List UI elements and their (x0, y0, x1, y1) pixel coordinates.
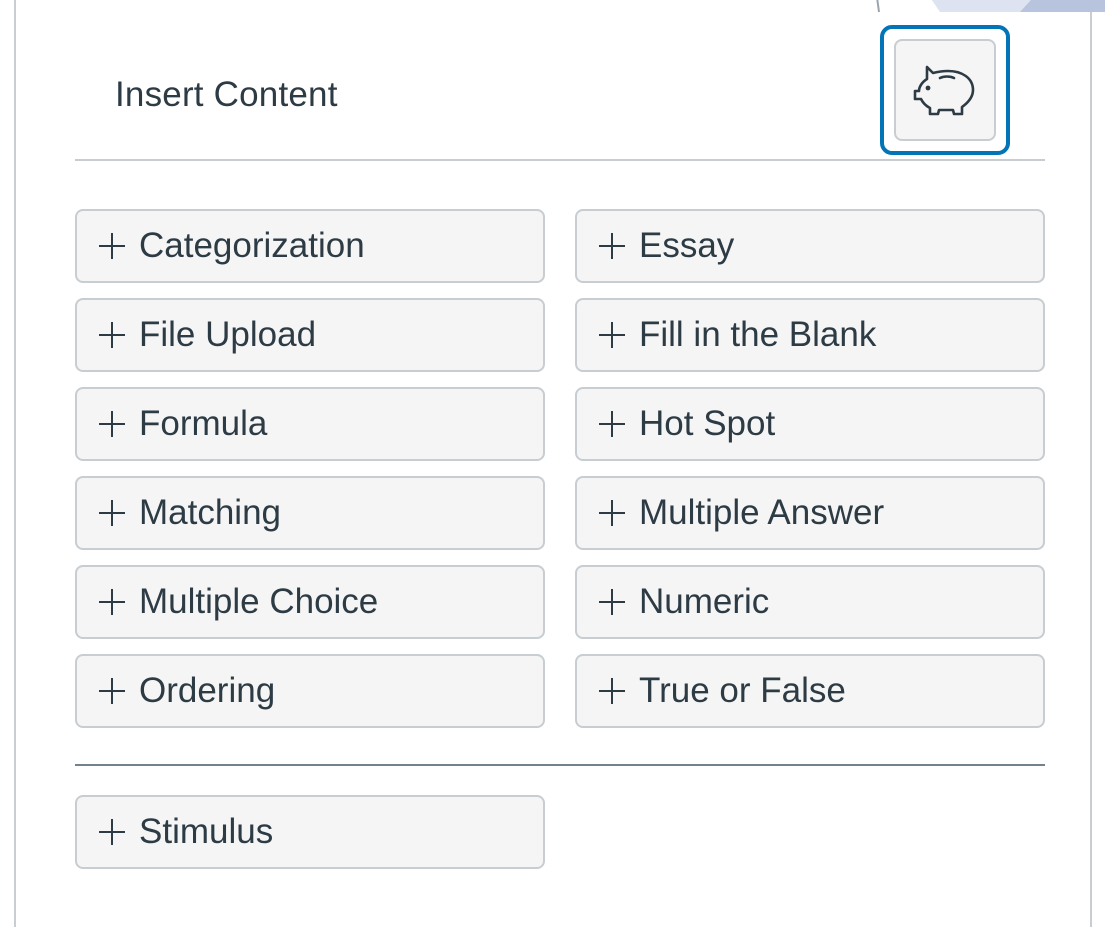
add-file-upload-button[interactable]: File Upload (75, 298, 545, 372)
add-true-or-false-button[interactable]: True or False (575, 654, 1045, 728)
panel-title: Insert Content (115, 75, 338, 114)
panel-header: Insert Content (75, 25, 1045, 161)
item-bank-button-focus-ring (880, 25, 1010, 155)
add-fill-in-the-blank-button[interactable]: Fill in the Blank (575, 298, 1045, 372)
insert-content-panel: Insert Content Categorization Essay File U… (0, 0, 1105, 927)
question-type-label: Matching (139, 493, 282, 532)
plus-icon (599, 322, 625, 348)
plus-icon (99, 411, 125, 437)
plus-icon (99, 322, 125, 348)
plus-icon (99, 589, 125, 615)
panel-left-border (14, 0, 16, 927)
add-multiple-answer-button[interactable]: Multiple Answer (575, 476, 1045, 550)
piggy-bank-icon (913, 65, 975, 116)
question-type-label: Hot Spot (639, 404, 776, 443)
question-type-label: Formula (139, 404, 268, 443)
section-divider (75, 764, 1045, 766)
plus-icon (99, 500, 125, 526)
add-matching-button[interactable]: Matching (75, 476, 545, 550)
panel-right-border (1090, 0, 1092, 927)
plus-icon (99, 678, 125, 704)
plus-icon (599, 589, 625, 615)
plus-icon (599, 500, 625, 526)
stimulus-button[interactable]: Stimulus (75, 795, 545, 869)
question-type-label: Fill in the Blank (639, 315, 877, 354)
plus-icon (599, 411, 625, 437)
plus-icon (99, 819, 125, 845)
question-type-label: Numeric (639, 582, 770, 621)
plus-icon (599, 678, 625, 704)
question-type-label: Categorization (139, 226, 365, 265)
question-type-label: Ordering (139, 671, 276, 710)
plus-icon (99, 233, 125, 259)
question-type-label: Multiple Answer (639, 493, 885, 532)
question-type-label: Essay (639, 226, 735, 265)
item-bank-button[interactable] (894, 39, 996, 141)
add-hot-spot-button[interactable]: Hot Spot (575, 387, 1045, 461)
question-type-label: Multiple Choice (139, 582, 379, 621)
plus-icon (599, 233, 625, 259)
stimulus-label: Stimulus (139, 812, 274, 851)
add-essay-button[interactable]: Essay (575, 209, 1045, 283)
add-formula-button[interactable]: Formula (75, 387, 545, 461)
background-decoration (876, 0, 1105, 12)
header-divider (75, 159, 1045, 161)
add-categorization-button[interactable]: Categorization (75, 209, 545, 283)
question-type-label: File Upload (139, 315, 317, 354)
add-numeric-button[interactable]: Numeric (575, 565, 1045, 639)
question-type-label: True or False (639, 671, 846, 710)
add-multiple-choice-button[interactable]: Multiple Choice (75, 565, 545, 639)
add-ordering-button[interactable]: Ordering (75, 654, 545, 728)
